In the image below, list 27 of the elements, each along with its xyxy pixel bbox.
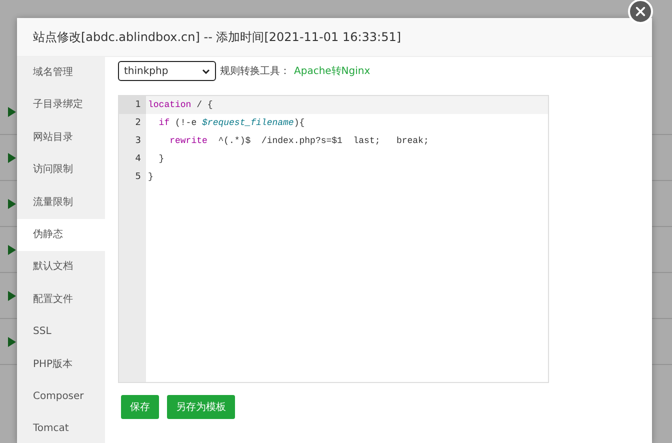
line-number: 1 [119,96,146,114]
line-number: 2 [134,117,142,130]
code-line: rewrite ^(.*)$ /index.php?s=$1 last; break; [168,135,430,148]
sidebar-item[interactable]: Tomcat [17,413,105,443]
dialog-title: 站点修改[abdc.ablindbox.cn] -- 添加时间[2021-11-01 16:33:51] [17,18,652,57]
code-line: } [158,153,166,166]
sidebar-item[interactable]: 配置文件 [17,284,105,316]
line-number: 3 [134,135,142,148]
rule-select[interactable]: thinkphp [118,61,216,81]
sidebar-item[interactable]: SSL [17,316,105,349]
sidebar-item[interactable]: 流量限制 [17,186,105,219]
line-number: 5 [134,171,142,184]
close-icon [635,6,646,17]
sidebar-item[interactable]: 默认文档 [17,251,105,284]
line-number: 4 [134,153,142,166]
caret-icon [202,68,210,74]
sidebar-item[interactable]: 子目录绑定 [17,89,105,122]
sidebar-item[interactable]: 域名管理 [17,57,105,90]
sidebar-item[interactable]: Composer [17,380,105,414]
sidebar-item[interactable]: PHP版本 [17,348,105,381]
code-line: if (!-e $request_filename){ [158,117,306,130]
code-line: } [147,171,154,184]
code-editor[interactable]: 1 2 3 4 5 location / { if (!-e $request_filename){ rewrite ^(.*)$ /index.php?s=$1 last; break; } } [118,95,549,383]
sidebar-item[interactable]: 网站目录 [17,122,105,154]
tool-label: 规则转换工具： [220,65,290,78]
sidebar-item[interactable]: 伪静态 [17,218,105,252]
sidebar-item[interactable]: 访问限制 [17,154,105,187]
